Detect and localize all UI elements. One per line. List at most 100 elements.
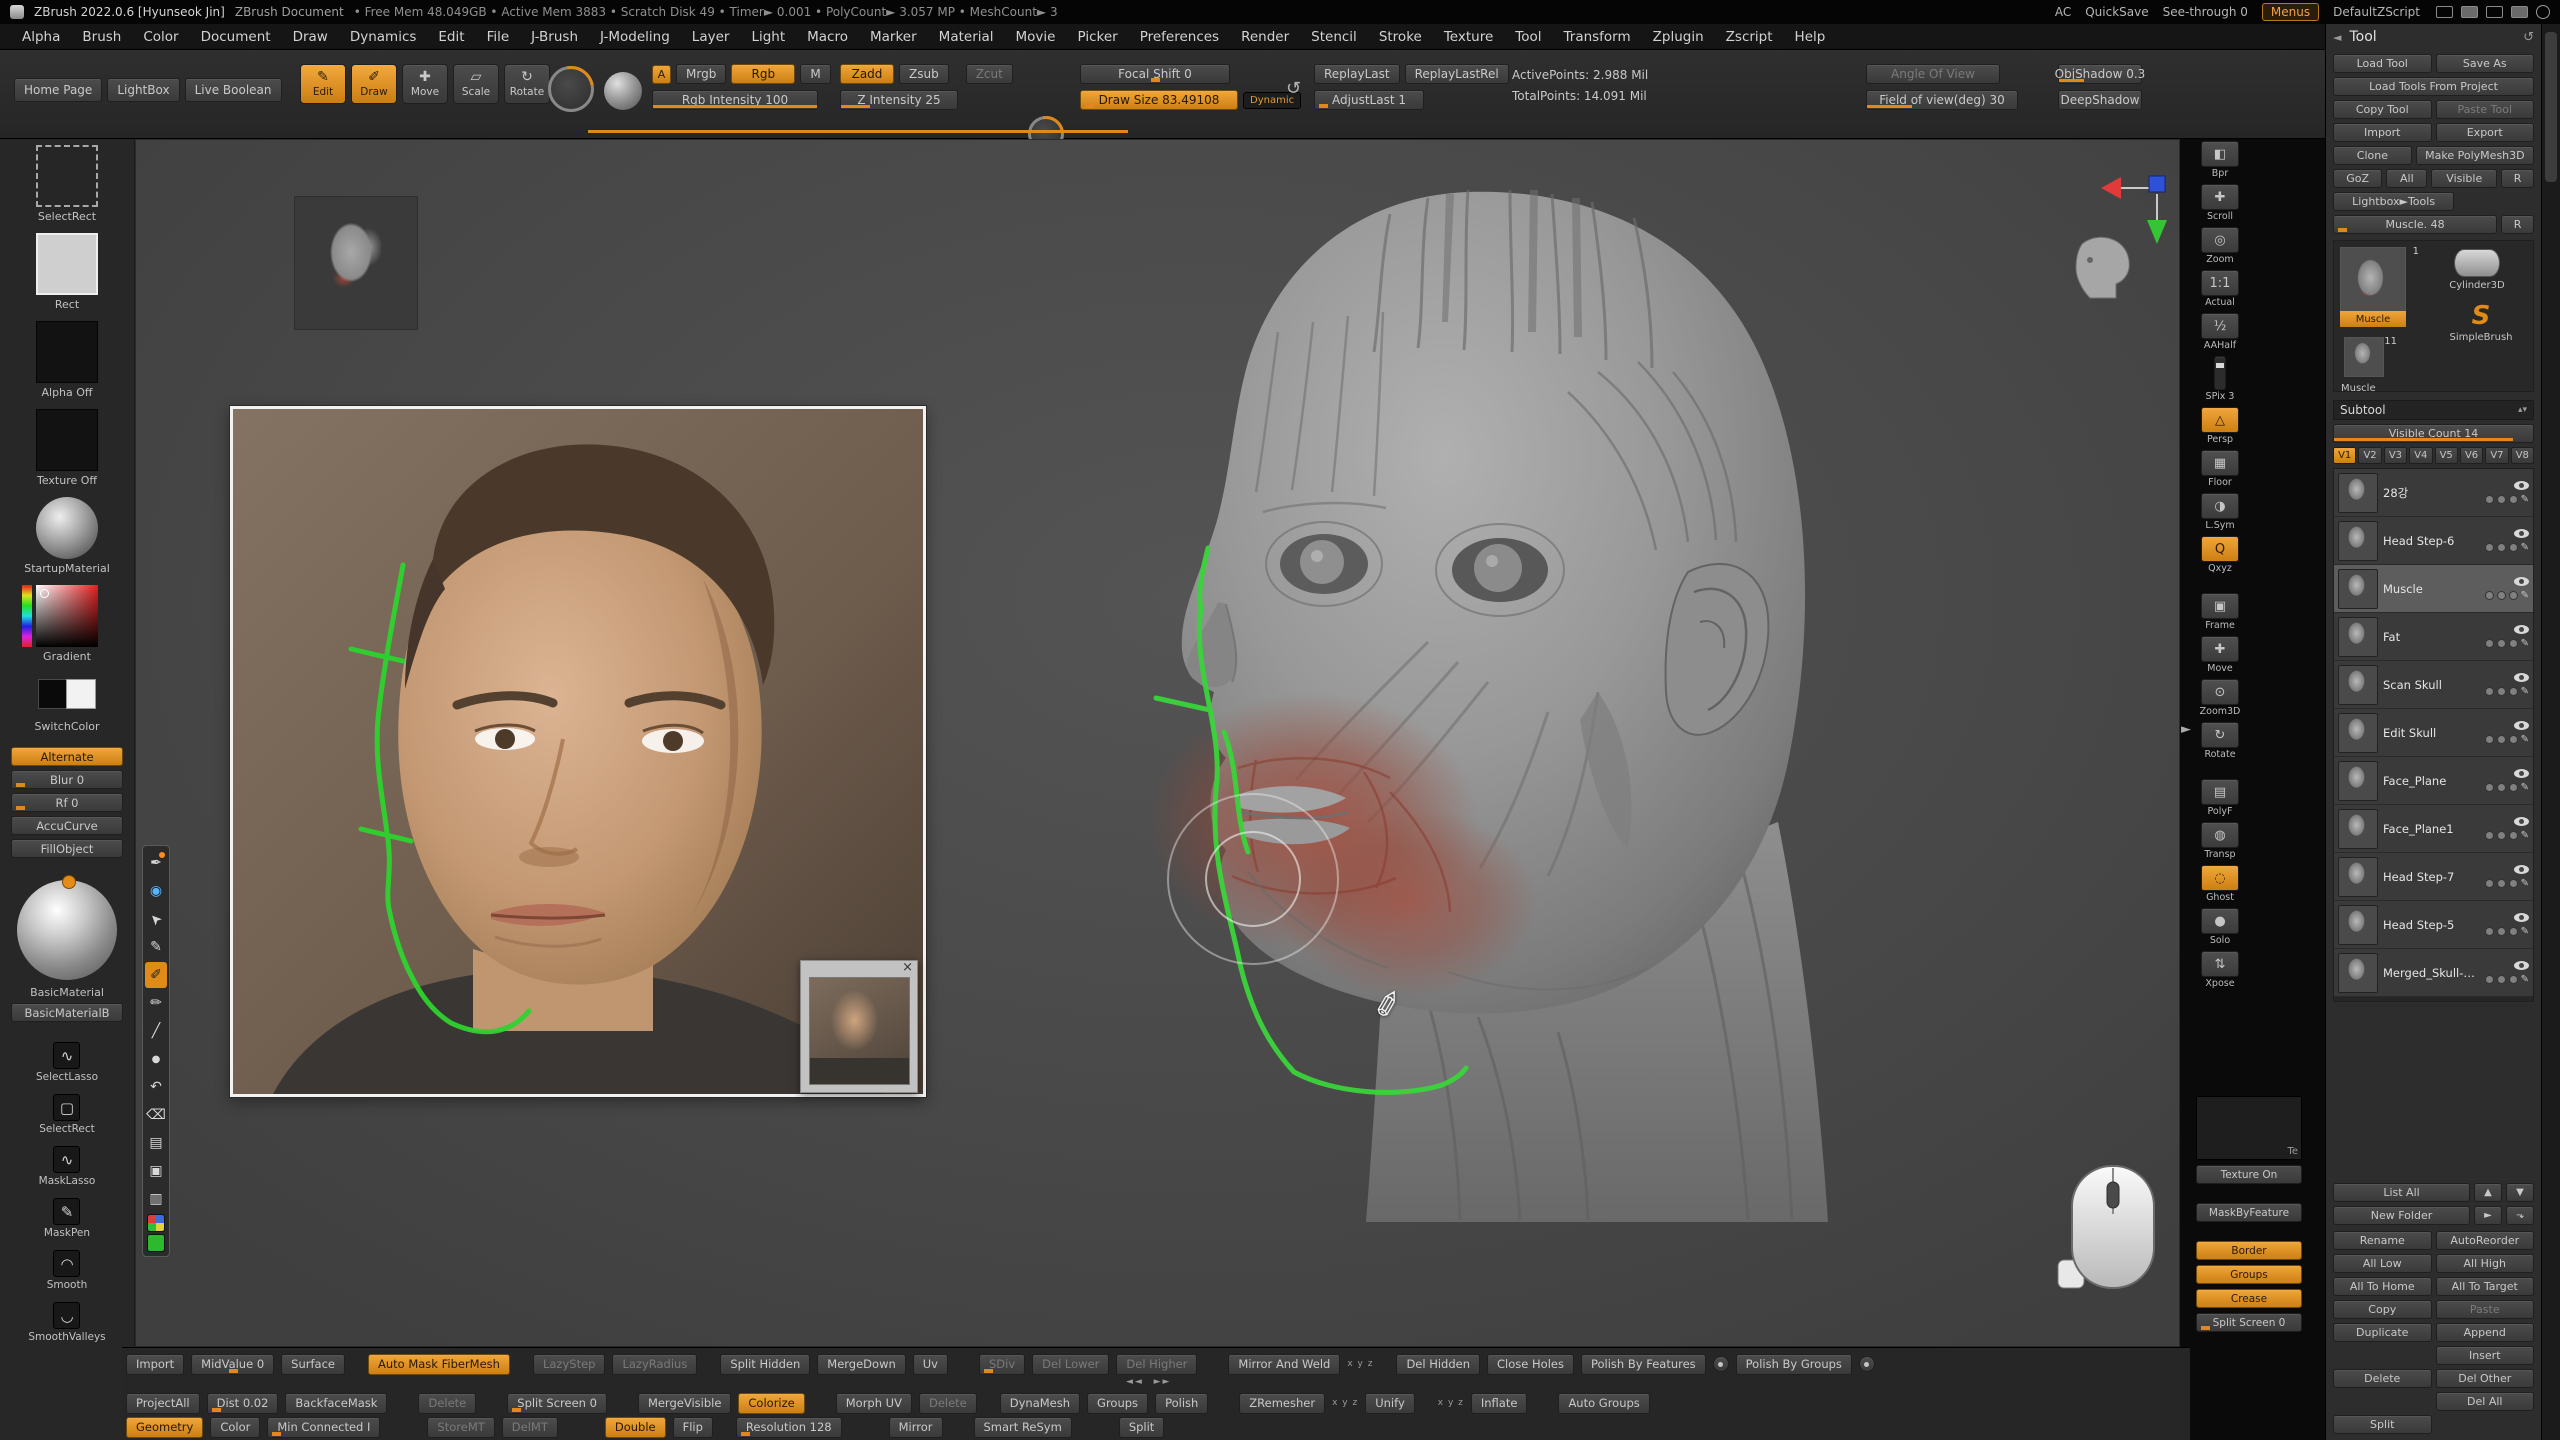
clone-button[interactable]: Clone <box>2333 146 2412 165</box>
load-tool-button[interactable]: Load Tool <box>2333 54 2432 73</box>
shelf-nav-button[interactable]: Home Page <box>14 78 102 102</box>
panel-collapse-arrow[interactable]: ► <box>2181 722 2191 737</box>
bottom-button[interactable]: Auto Mask FiberMesh <box>368 1354 510 1375</box>
mask-by-feature-button[interactable]: MaskByFeature <box>2196 1203 2302 1222</box>
replay-icon[interactable]: ↺ <box>1286 78 1301 99</box>
sidebar-picker[interactable]: Rect <box>36 233 98 311</box>
sidebar-picker[interactable]: SelectRect <box>36 145 98 223</box>
menu-item[interactable]: J-Brush <box>521 26 588 48</box>
pen-icon[interactable]: ✎ <box>145 934 167 960</box>
line-icon[interactable]: ╱ <box>145 1018 167 1044</box>
subtool-toggle-dot[interactable] <box>2485 687 2494 696</box>
menu-item[interactable]: Brush <box>72 26 131 48</box>
subtool-toggle-dot[interactable] <box>2497 975 2506 984</box>
z-intensity-slider[interactable]: Z Intensity 25 <box>840 90 958 110</box>
bottom-button[interactable]: Morph UV <box>836 1393 912 1414</box>
subtool-toggle-dot[interactable] <box>2497 783 2506 792</box>
tablet-icon[interactable] <box>2436 6 2453 18</box>
shelf-material-sphere[interactable] <box>604 72 642 110</box>
menu-item[interactable]: J-Modeling <box>590 26 680 48</box>
menu-item[interactable]: Zplugin <box>1643 26 1714 48</box>
menu-item[interactable]: Color <box>133 26 188 48</box>
goz-all-button[interactable]: All <box>2386 169 2427 188</box>
bottom-button[interactable]: LazyStep <box>533 1354 605 1375</box>
right-shelf-button[interactable]: 1:1 Actual <box>2197 270 2243 308</box>
close-icon[interactable]: × <box>902 961 913 975</box>
bottom-button[interactable]: DynaMesh <box>1000 1393 1080 1414</box>
bottom-button[interactable]: Polish By Groups <box>1736 1354 1852 1375</box>
bottom-button[interactable]: Dist 0.02 <box>207 1393 279 1414</box>
polypaint-brush-icon[interactable] <box>2521 830 2529 841</box>
bottom-button[interactable]: Polish By Features <box>1581 1354 1706 1375</box>
shelf-nav-button[interactable]: LightBox <box>107 78 179 102</box>
sidebar-picker[interactable]: Gradient <box>36 585 98 663</box>
subtool-row[interactable]: Face_Plane <box>2334 757 2533 805</box>
subtool-toggle-dot[interactable] <box>2509 783 2518 792</box>
right-shelf-button[interactable]: ◧ Bpr <box>2197 141 2243 179</box>
subtool-toggle-dot[interactable] <box>2509 639 2518 648</box>
subtool-row[interactable]: Head Step-6 <box>2334 517 2533 565</box>
panel-collapse-icon[interactable]: ◄ <box>2333 31 2341 44</box>
subtool-row[interactable]: Merged_Skull-decimation2_5 <box>2334 949 2533 997</box>
bottom-button[interactable]: StoreMT <box>427 1417 494 1438</box>
subtool-toggle-dot[interactable] <box>2497 927 2506 936</box>
titlebar-button[interactable]: Menus <box>2262 3 2319 21</box>
transform-mode-button[interactable]: ▱ Scale <box>453 64 499 104</box>
right-shelf-button[interactable]: ▤ PolyF <box>2197 779 2243 817</box>
subtool-version-tab[interactable]: V5 <box>2435 447 2458 464</box>
visibility-eye-icon[interactable] <box>2514 625 2529 634</box>
subtool-toggle-dot[interactable] <box>2509 975 2518 984</box>
mrgb-button[interactable]: Mrgb <box>676 64 726 84</box>
panel-scroll-arrows[interactable]: ◄◄ ►► <box>1126 1377 1171 1387</box>
quick-brush[interactable]: ▢ SelectRect <box>39 1094 95 1146</box>
subtool-toggle-dot[interactable] <box>2497 831 2506 840</box>
subtool-action-button[interactable]: All To Target <box>2436 1277 2535 1296</box>
menu-item[interactable]: Edit <box>428 26 474 48</box>
menu-item[interactable]: Texture <box>1434 26 1503 48</box>
subtool-toggle-dot[interactable] <box>2509 927 2518 936</box>
subtool-toggle-dot[interactable] <box>2497 639 2506 648</box>
bottom-button[interactable]: MergeVisible <box>638 1393 731 1414</box>
fillobject-button[interactable]: FillObject <box>11 839 123 858</box>
subtool-action-button[interactable]: Del All <box>2436 1392 2535 1411</box>
bottom-button[interactable]: Smart ReSym <box>974 1417 1072 1438</box>
right-shelf-button[interactable]: ◌ Ghost <box>2197 865 2243 903</box>
border-button[interactable]: Border <box>2196 1241 2302 1260</box>
right-shelf-button[interactable]: ✚ Scroll <box>2197 184 2243 222</box>
sidebar-picker[interactable]: Texture Off <box>36 409 98 487</box>
transform-mode-button[interactable]: ✎ Edit <box>300 64 346 104</box>
tool-slider-r-button[interactable]: R <box>2501 215 2534 234</box>
right-shelf-button[interactable]: ↻ Rotate <box>2197 722 2243 760</box>
bottom-button[interactable]: Min Connected I <box>267 1417 380 1438</box>
polypaint-brush-icon[interactable] <box>2521 926 2529 937</box>
subtool-action-button[interactable]: Paste <box>2436 1300 2535 1319</box>
subtool-version-tab[interactable]: V8 <box>2511 447 2534 464</box>
right-shelf-button[interactable]: ◑ L.Sym <box>2197 493 2243 531</box>
titlebar-button[interactable]: See-through 0 <box>2163 5 2248 19</box>
subtool-row[interactable]: Fat <box>2334 613 2533 661</box>
bottom-button[interactable]: Del Lower <box>1032 1354 1109 1375</box>
bottom-button[interactable]: x y z <box>1332 1393 1358 1414</box>
bottom-button[interactable]: x y z <box>1347 1354 1373 1375</box>
polypaint-brush-icon[interactable] <box>2521 638 2529 649</box>
menu-item[interactable]: Alpha <box>12 26 70 48</box>
bottom-button[interactable]: Polish <box>1155 1393 1208 1414</box>
subtool-action-button[interactable]: Del Other <box>2436 1369 2535 1388</box>
right-shelf-button[interactable]: ◎ Zoom <box>2197 227 2243 265</box>
right-shelf-button[interactable]: ⇅ Xpose <box>2197 951 2243 989</box>
tool-item-slider[interactable]: Muscle. 48 <box>2333 215 2497 234</box>
bottom-button[interactable]: Inflate <box>1471 1393 1528 1414</box>
titlebar-button[interactable]: DefaultZScript <box>2333 5 2420 19</box>
polypaint-brush-icon[interactable] <box>2521 686 2529 697</box>
titlebar-button[interactable]: AC <box>2055 5 2071 19</box>
subtool-version-tab[interactable]: V2 <box>2358 447 2381 464</box>
polypaint-brush-icon[interactable] <box>2521 782 2529 793</box>
current-material-sphere[interactable] <box>17 880 117 980</box>
bottom-button[interactable]: DelMT <box>502 1417 558 1438</box>
visibility-eye-icon[interactable] <box>2514 913 2529 922</box>
image-icon[interactable]: ▣ <box>145 1158 167 1184</box>
tool-thumb-cylinder3d[interactable]: Cylinder3D <box>2434 249 2520 291</box>
subtool-row[interactable]: Head Step-5 <box>2334 901 2533 949</box>
color-a-chip[interactable]: A <box>652 65 671 84</box>
green-swatch-icon[interactable] <box>147 1234 165 1252</box>
